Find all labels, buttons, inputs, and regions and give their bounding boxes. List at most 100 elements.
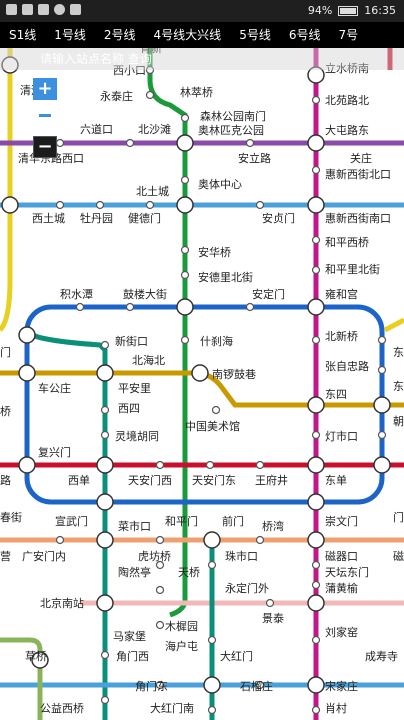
station-label: 海户屯 [165,639,198,653]
transfer-station[interactable] [307,531,325,549]
tab-line-7[interactable]: 7号 [329,22,367,48]
station-label: 和平西桥 [325,236,369,249]
station-label: 灯市口 [325,429,358,443]
station-label: 东四 [325,388,347,401]
station-label: 和平门 [165,514,198,528]
station-label: 天桥 [178,566,200,579]
station-label: 安德里北街 [198,270,253,284]
transfer-station[interactable] [373,396,391,414]
transfer-station[interactable] [96,493,114,511]
transfer-station[interactable] [307,676,325,694]
station-label: 营 [0,549,11,563]
zoom-in-button[interactable]: + [33,78,57,100]
station-label: 大红门 [220,649,253,663]
app-icon [70,4,81,15]
station-label: 王府井 [255,473,288,487]
station-label: 永定门外 [225,581,269,595]
station-label: 春街 [0,510,22,524]
transfer-station[interactable] [96,594,114,612]
station-label: 成寿寺 [365,649,398,663]
search-bar[interactable]: 请输入站点名称 查询 [0,48,404,70]
transfer-station[interactable] [307,134,325,152]
station-label: 天安门东 [192,473,236,487]
station-label: 路 [0,474,11,487]
station-label: 桥湾 [262,519,284,533]
transfer-station[interactable] [176,298,194,316]
station-label: 雍和宫 [325,287,358,301]
tab-line-6[interactable]: 6号线 [280,22,330,48]
station-label: 东 [393,346,404,359]
transfer-station[interactable] [307,456,325,474]
station-label: 北土城 [136,185,169,198]
station-label: 门 [393,510,404,524]
station-label: 大红门南 [150,701,194,715]
station-label: 北新桥 [325,329,358,343]
transfer-station[interactable] [1,196,19,214]
transfer-station[interactable] [203,531,221,549]
tab-line-2[interactable]: 2号线 [95,22,145,48]
transfer-station[interactable] [191,364,209,382]
transfer-station[interactable] [307,594,325,612]
transfer-station[interactable] [307,298,325,316]
station-label: 东 [393,380,404,393]
transfer-station[interactable] [96,456,114,474]
tab-line-1[interactable]: 1号线 [45,22,95,48]
transfer-station[interactable] [18,326,36,344]
station-label: 角门西 [116,649,149,663]
station-label: 石榴庄 [240,679,273,693]
tab-line-s1[interactable]: S1线 [0,22,45,48]
station-label: 安华桥 [198,245,231,259]
station-label: 肖村 [325,701,347,715]
transfer-station[interactable] [18,456,36,474]
station-label: 六道口 [80,122,113,136]
station-label: 惠新西街南口 [325,211,391,225]
station-label: 健德门 [128,211,161,225]
transfer-station[interactable] [203,676,221,694]
station-label: 关庄 [350,151,372,165]
station-label: 前门 [222,514,244,528]
sim-icon [6,4,17,15]
tab-line-4[interactable]: 4号线大兴线 [145,22,231,48]
subway-map[interactable]: 育新 西小口 永泰庄 林萃桥 立水桥南 北苑路北 六道口 北沙滩 森林公园南门 … [0,48,404,720]
station-label: 西土城 [32,212,65,225]
station-label: 奥体中心 [198,177,242,191]
transfer-station[interactable] [96,531,114,549]
station-label: 新街口 [115,334,148,348]
station-label: 木樨园 [165,619,198,633]
station-label: 珠市口 [225,549,258,563]
notification-icon [22,4,33,15]
station-label: 南锣鼓巷 [212,367,256,381]
line-13 [0,48,13,332]
transfer-station[interactable] [176,134,194,152]
station-label: 天安门西 [128,473,172,487]
transfer-station[interactable] [307,196,325,214]
station-label: 磁 [393,550,404,563]
transfer-station[interactable] [96,364,114,382]
transfer-station[interactable] [307,396,325,414]
transfer-station[interactable] [307,493,325,511]
station-label: 车公庄 [38,381,71,395]
zoom-level-indicator [39,114,51,117]
station-label: 北京南站 [40,596,84,610]
tab-line-5[interactable]: 5号线 [230,22,280,48]
station-label: 天坛东门 [325,565,369,579]
station-label: 朝 [393,415,404,428]
station-label: 磁器口 [325,550,358,563]
transfer-station[interactable] [18,364,36,382]
transfer-station[interactable] [373,456,391,474]
station-label: 角门东 [135,679,168,693]
station-label: 大屯路东 [325,123,369,137]
station-label: 公益西桥 [40,701,84,715]
station-label: 鼓楼大街 [123,287,167,301]
station-label: 广安门内 [22,549,66,563]
station-label: 永泰庄 [100,89,133,103]
station-label: 林萃桥 [180,85,213,99]
clock: 16:35 [364,4,396,17]
station-label: 北苑路北 [325,94,369,107]
status-bar: 94% 16:35 [0,0,404,22]
station-label: 菜市口 [118,519,151,533]
station-label: 蒲黄榆 [325,581,358,595]
zoom-out-button[interactable]: − [33,136,57,158]
battery-percent: 94% [307,4,333,17]
transfer-station[interactable] [176,196,194,214]
